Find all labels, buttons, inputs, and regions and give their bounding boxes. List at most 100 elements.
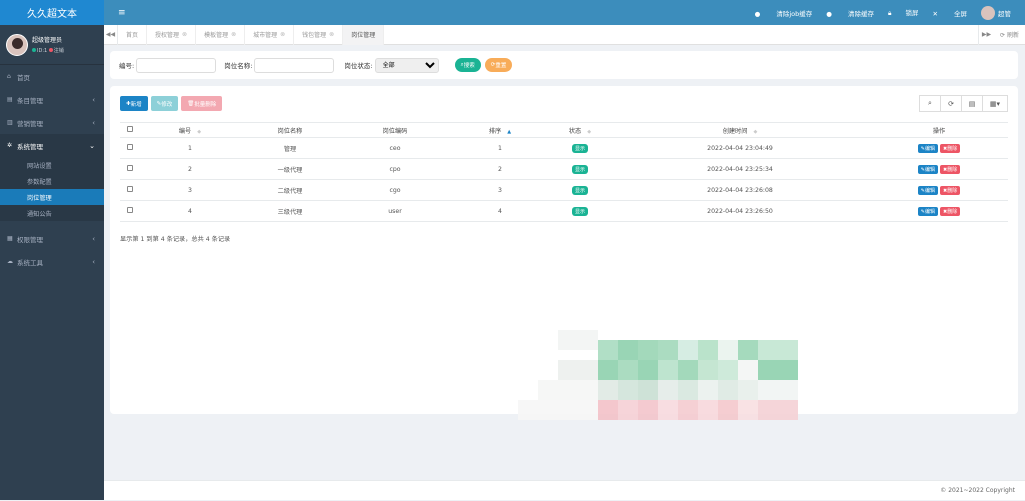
status-label: 岗位状态: xyxy=(344,62,373,70)
grid-icon: ▦ xyxy=(7,235,13,242)
col-code: 岗位编码 xyxy=(340,122,450,138)
copyright-text: © 2021~2022 Copyright xyxy=(940,487,1015,494)
top-navbar: ≡ ● 清除job缓存 ● 清除缓存 🔒︎ 锁屏 ✕ 全屏 超管 xyxy=(104,0,1025,25)
search-form: 编号: 岗位名称: 岗位状态: 全部 ⌕ 搜索 ⟳ 重置 xyxy=(110,51,1018,79)
logout-link[interactable]: 注销 xyxy=(54,48,64,54)
col-id[interactable]: 编号 ◆ xyxy=(140,122,240,138)
close-icon[interactable]: ⊗ xyxy=(182,31,187,38)
col-status[interactable]: 状态 ◆ xyxy=(550,122,610,138)
status-select[interactable]: 全部 xyxy=(374,57,439,73)
refresh-icon[interactable]: ⟳ xyxy=(940,95,962,112)
sidebar-item-system[interactable]: ✲ 系统管理 ⌄ xyxy=(0,134,104,157)
row-edit-button[interactable]: ✎编辑 xyxy=(917,143,938,153)
row-checkbox[interactable] xyxy=(127,186,133,192)
top-user-name[interactable]: 超管 xyxy=(998,8,1011,18)
batch-delete-button[interactable]: 🗑︎ 批量删除 xyxy=(181,96,223,111)
sidebar-item-permissions[interactable]: ▦ 权限管理 ‹ xyxy=(0,227,104,250)
clear-cache-button[interactable]: ● 清除缓存 xyxy=(826,8,874,18)
app-logo[interactable]: 久久超文本 xyxy=(0,0,104,25)
tab-city[interactable]: 城市管理 ⊗ xyxy=(245,24,295,45)
add-button[interactable]: ✚ 新增 xyxy=(120,96,148,111)
tabs-next-icon[interactable]: ▶▶ xyxy=(978,24,994,45)
sidebar-subitem-notices[interactable]: 通知公告 xyxy=(0,205,104,221)
lock-screen-button[interactable]: 🔒︎ 锁屏 xyxy=(888,7,918,18)
avatar[interactable] xyxy=(981,5,995,20)
sidebar-subitem-site[interactable]: 网站设置 xyxy=(0,157,104,173)
code-input[interactable] xyxy=(136,57,217,73)
fullscreen-button[interactable]: ✕ 全屏 xyxy=(932,8,967,18)
sidebar-item-marketing[interactable]: ▥ 营销管理 ‹ xyxy=(0,111,104,134)
search-button[interactable]: ⌕ 搜索 xyxy=(454,58,481,72)
pixelated-watermark xyxy=(518,330,798,420)
sidebar-item-label: 系统工具 xyxy=(17,258,43,267)
cell-code: cgo xyxy=(340,179,450,201)
tab-posts[interactable]: 岗位管理 xyxy=(343,24,385,45)
table-row: 3 二级代理 cgo 3 显示 2022-04-04 23:26:08 ✎编辑 ✖… xyxy=(120,179,1008,201)
cell-name: 管理 xyxy=(240,137,340,159)
close-icon[interactable]: ⊗ xyxy=(329,31,334,38)
sidebar-item-label: 权限管理 xyxy=(17,235,43,244)
cell-name: 二级代理 xyxy=(240,179,340,201)
row-delete-button[interactable]: ✖删除 xyxy=(940,164,961,174)
cell-id: 4 xyxy=(140,200,240,222)
chevron-left-icon: ‹ xyxy=(92,234,95,243)
cloud-icon: ☁ xyxy=(7,258,13,265)
close-icon[interactable]: ⊗ xyxy=(231,31,236,38)
table-row: 2 一级代理 cpo 2 显示 2022-04-04 23:25:34 ✎编辑 ✖… xyxy=(120,158,1008,180)
row-delete-button[interactable]: ✖删除 xyxy=(940,185,961,195)
cell-code: cpo xyxy=(340,158,450,180)
sidebar-subitem-params[interactable]: 参数配置 xyxy=(0,173,104,189)
columns-icon[interactable]: ▦▾ xyxy=(982,95,1008,112)
row-edit-button[interactable]: ✎编辑 xyxy=(917,185,938,195)
chevron-left-icon: ‹ xyxy=(92,118,95,127)
clear-job-cache-button[interactable]: ● 清除job缓存 xyxy=(755,8,813,18)
sidebar-item-home[interactable]: ⌂ 首页 xyxy=(0,65,104,88)
system-submenu: 网站设置 参数配置 岗位管理 通知公告 xyxy=(0,157,104,221)
menu-toggle-icon[interactable]: ≡ xyxy=(118,8,126,18)
sidebar-item-tools[interactable]: ☁ 系统工具 ‹ xyxy=(0,250,104,273)
sort-icon: ◆ xyxy=(197,128,202,135)
col-sort[interactable]: 排序 ▲ xyxy=(450,122,550,138)
card-view-icon[interactable]: ▤ xyxy=(961,95,983,112)
home-icon: ⌂ xyxy=(7,73,11,80)
refresh-tab-button[interactable]: ⟳ 刷新 xyxy=(994,30,1025,39)
tab-template[interactable]: 模板管理 ⊗ xyxy=(196,24,246,45)
status-badge: 显示 xyxy=(571,164,588,174)
cell-created: 2022-04-04 23:26:08 xyxy=(610,179,870,201)
cell-name: 三级代理 xyxy=(240,200,340,222)
tab-auth[interactable]: 授权管理 ⊗ xyxy=(147,24,197,45)
row-checkbox[interactable] xyxy=(127,144,133,150)
user-profile: 超级管理员 ID:1 注销 xyxy=(0,25,104,65)
close-icon[interactable]: ⊗ xyxy=(280,31,285,38)
cell-id: 3 xyxy=(140,179,240,201)
col-created[interactable]: 创建时间 ◆ xyxy=(610,122,870,138)
sort-icon: ◆ xyxy=(587,128,592,135)
row-delete-button[interactable]: ✖删除 xyxy=(940,206,961,216)
col-name: 岗位名称 xyxy=(240,122,340,138)
sidebar-item-entries[interactable]: ▤ 条目管理 ‹ xyxy=(0,88,104,111)
cell-id: 1 xyxy=(140,137,240,159)
row-checkbox[interactable] xyxy=(127,165,133,171)
cell-sort: 3 xyxy=(450,179,550,201)
tab-wallet[interactable]: 钱包管理 ⊗ xyxy=(294,24,344,45)
reset-button[interactable]: ⟳ 重置 xyxy=(484,58,513,72)
col-actions: 操作 xyxy=(870,122,1008,138)
edit-button[interactable]: ✎ 修改 xyxy=(150,96,179,111)
tab-home[interactable]: 首页 xyxy=(118,24,148,45)
sidebar-subitem-posts[interactable]: 岗位管理 xyxy=(0,189,104,205)
search-toggle-icon[interactable]: ⌕ xyxy=(919,95,941,112)
row-edit-button[interactable]: ✎编辑 xyxy=(917,164,938,174)
select-all-checkbox[interactable] xyxy=(127,126,133,132)
cell-code: ceo xyxy=(340,137,450,159)
row-checkbox[interactable] xyxy=(127,207,133,213)
sort-icon: ◆ xyxy=(753,128,758,135)
code-label: 编号: xyxy=(119,62,135,70)
row-edit-button[interactable]: ✎编辑 xyxy=(917,206,938,216)
row-delete-button[interactable]: ✖删除 xyxy=(940,143,961,153)
post-name-input[interactable] xyxy=(254,57,335,73)
post-name-label: 岗位名称: xyxy=(224,62,253,70)
chevron-left-icon: ‹ xyxy=(92,257,95,266)
sidebar-item-label: 营销管理 xyxy=(17,119,43,128)
avatar[interactable] xyxy=(6,33,28,56)
tabs-prev-icon[interactable]: ◀◀ xyxy=(104,24,118,45)
